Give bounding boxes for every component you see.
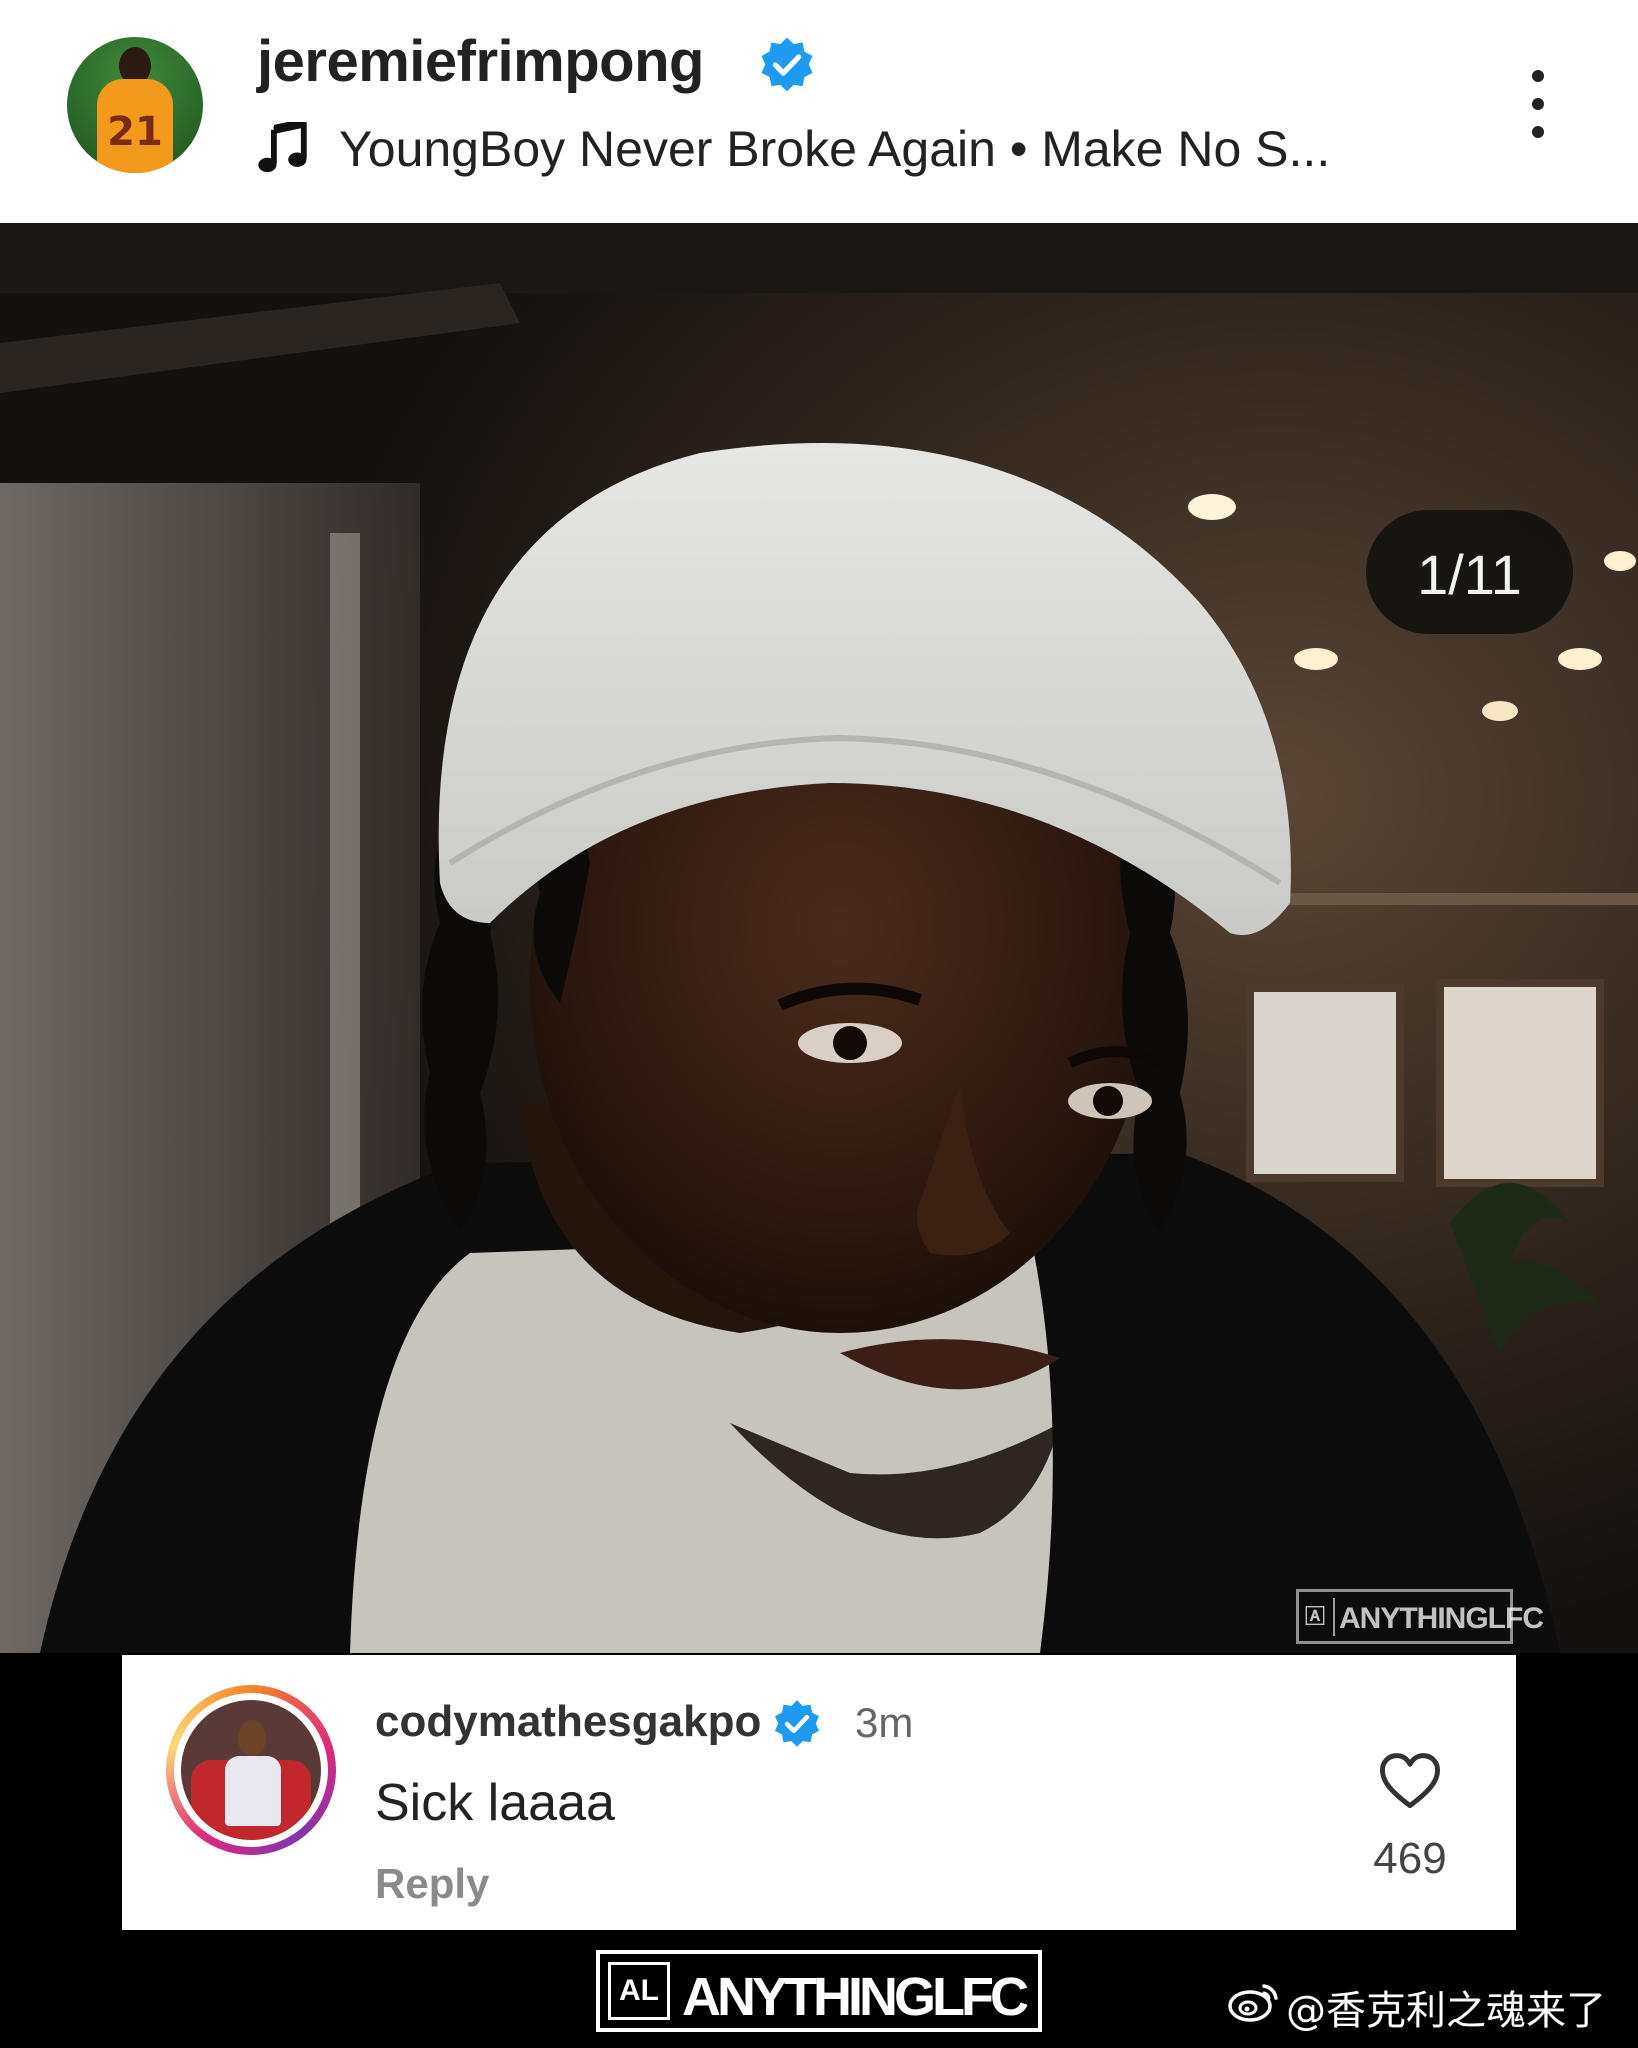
music-track-label: YoungBoy Never Broke Again • Make No S..… xyxy=(339,121,1331,177)
music-attribution[interactable]: YoungBoy Never Broke Again • Make No S..… xyxy=(257,118,1407,182)
commenter-username[interactable]: codymathesgakpo xyxy=(375,1697,761,1747)
comment-timestamp: 3m xyxy=(855,1699,914,1746)
comment-card: codymathesgakpo 3m Sick laaaa Reply 469 xyxy=(122,1655,1516,1930)
avatar-ring-gap xyxy=(174,1693,328,1847)
watermark-text: ANYTHINGLFC xyxy=(1339,1602,1544,1635)
weibo-icon xyxy=(1228,1984,1278,2022)
heart-icon[interactable] xyxy=(1378,1752,1442,1810)
comment-text: Sick laaaa xyxy=(375,1774,615,1832)
carousel-counter-text: 1/11 xyxy=(1417,543,1522,606)
logo-symbol: AL xyxy=(608,1962,670,2020)
post-photo[interactable]: 1/11 🄰 ANYTHINGLFC xyxy=(0,223,1638,1653)
weibo-handle: @香克利之魂来了 xyxy=(1286,1988,1606,2034)
verified-badge-icon xyxy=(775,1700,819,1747)
avatar-jersey-number: 21 xyxy=(107,109,163,155)
reply-button[interactable]: Reply xyxy=(375,1860,489,1908)
watermark-logo-icon: 🄰 xyxy=(1305,1598,1335,1636)
music-note-icon xyxy=(258,122,307,173)
anythinglfc-logo: AL ANYTHINGLFC xyxy=(596,1950,1042,2032)
more-options-icon[interactable] xyxy=(1508,66,1568,142)
post-header: 21 jeremiefrimpong YoungBoy Never Broke … xyxy=(0,0,1638,223)
portrait-image xyxy=(0,223,1638,1653)
story-ring[interactable] xyxy=(166,1685,336,1855)
commenter-avatar xyxy=(181,1700,321,1840)
photo-watermark: 🄰 ANYTHINGLFC xyxy=(1296,1589,1544,1644)
post-username[interactable]: jeremiefrimpong xyxy=(257,28,704,95)
profile-avatar[interactable]: 21 xyxy=(67,37,203,173)
like-count: 469 xyxy=(1373,1834,1447,1883)
carousel-counter: 1/11 xyxy=(1366,510,1573,634)
avatar-shirt xyxy=(225,1756,281,1826)
logo-text: ANYTHINGLFC xyxy=(682,1967,1029,2027)
avatar-head xyxy=(238,1720,266,1756)
verified-badge-icon xyxy=(761,37,813,92)
